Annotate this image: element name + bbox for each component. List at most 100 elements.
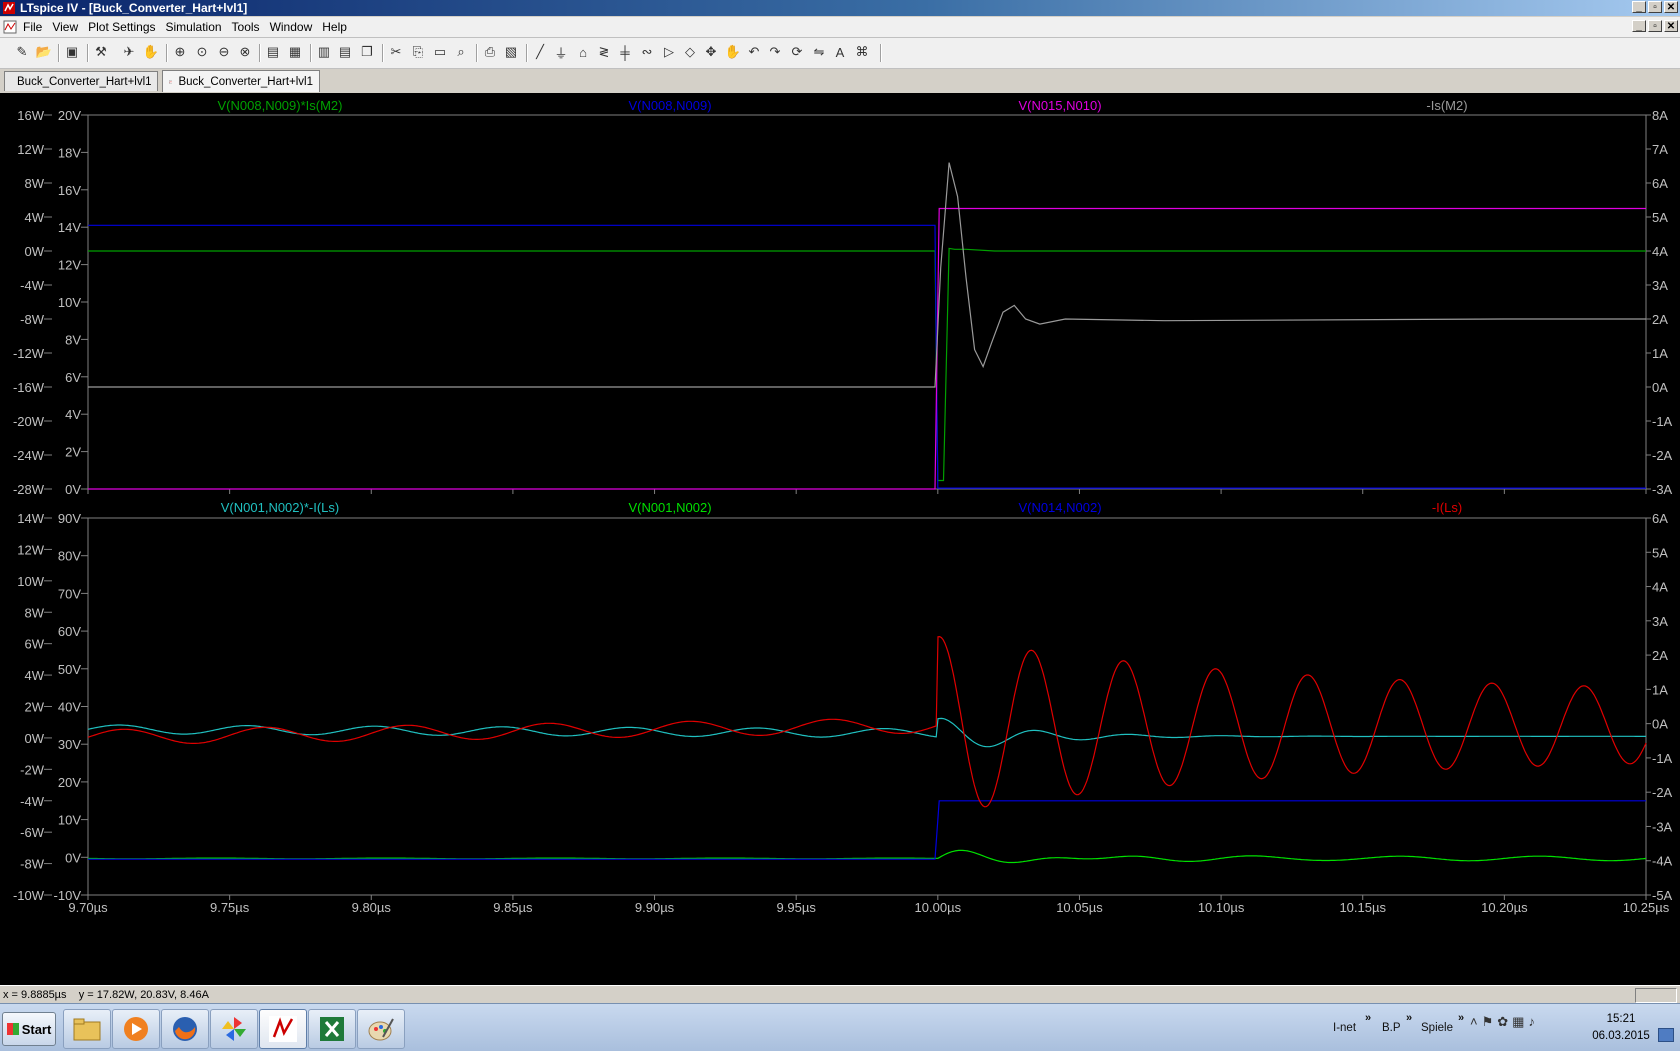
- halt-icon[interactable]: ✋: [142, 43, 160, 61]
- toolbar-inet[interactable]: I-net: [1333, 1022, 1356, 1034]
- copy-icon[interactable]: ⎘: [409, 43, 427, 61]
- zoom-fit-icon[interactable]: ⊗: [236, 43, 254, 61]
- waveform-doc-icon[interactable]: [3, 20, 17, 34]
- document-tabs: Buck_Converter_Hart+lvl1 Buck_Converter_…: [0, 69, 1680, 93]
- start-button[interactable]: Start: [2, 1012, 56, 1046]
- tile-vertical-icon[interactable]: ▥: [315, 43, 333, 61]
- mirror-icon[interactable]: ⇋: [810, 43, 828, 61]
- waveform-viewer[interactable]: 16W 12W 8W 4W 0W -4W -8W -12W -16W -20W -24W -28W 20…: [0, 93, 1680, 985]
- waveform-plot[interactable]: 16W 12W 8W 4W 0W -4W -8W -12W -16W -20W -24W -28W 20…: [0, 93, 1680, 985]
- taskbar-paint[interactable]: [357, 1009, 405, 1049]
- component-icon[interactable]: ◇: [681, 43, 699, 61]
- find-icon[interactable]: ⌕: [452, 43, 470, 61]
- network-icon[interactable]: ▦: [1512, 1014, 1524, 1030]
- tile-horizontal-icon[interactable]: ▤: [336, 43, 354, 61]
- zoom-out-icon[interactable]: ⊖: [215, 43, 233, 61]
- print-icon[interactable]: ⎙: [481, 43, 499, 61]
- tray-expand-icon[interactable]: ˄: [1470, 1014, 1478, 1030]
- bottom-legend-2[interactable]: V(N014,N002): [1018, 500, 1101, 515]
- bottom-legend-1[interactable]: V(N001,N002): [628, 500, 711, 515]
- taskbar-ltspice[interactable]: [259, 1009, 307, 1049]
- top-legend-3[interactable]: -Is(M2): [1426, 98, 1467, 113]
- zoom-back-icon[interactable]: ⊙: [193, 43, 211, 61]
- antivirus-icon[interactable]: ✿: [1497, 1014, 1508, 1030]
- menu-window[interactable]: Window: [265, 20, 318, 34]
- inductor-icon[interactable]: ∾: [638, 43, 656, 61]
- top-left-axis-v-tick: 12V: [58, 258, 81, 273]
- cursor-readout: x = 9.8885µs y = 17.82W, 20.83V, 8.46A: [3, 989, 209, 1001]
- top-legend-2[interactable]: V(N015,N010): [1018, 98, 1101, 113]
- menu-simulation[interactable]: Simulation: [161, 20, 227, 34]
- bottom-left-axis-v-tick: 80V: [58, 549, 81, 564]
- bottom-left-axis-v-tick: 40V: [58, 700, 81, 715]
- ground-icon[interactable]: ⏚: [552, 43, 570, 61]
- bottom-left-axis-w-tick: 8W: [25, 605, 45, 620]
- minimize-button[interactable]: _: [1632, 1, 1646, 13]
- top-left-axis-v-tick: 0V: [65, 482, 81, 497]
- close-button[interactable]: ✕: [1664, 1, 1678, 13]
- bottom-left-axis-v-tick: 60V: [58, 624, 81, 639]
- taskbar-firefox[interactable]: [161, 1009, 209, 1049]
- drag-icon[interactable]: ✋: [724, 43, 742, 61]
- grid-icon[interactable]: ▦: [286, 43, 304, 61]
- control-panel-icon[interactable]: ⚒: [92, 43, 110, 61]
- tab-schematic[interactable]: Buck_Converter_Hart+lvl1: [4, 71, 158, 91]
- resistor-icon[interactable]: ≷: [595, 43, 613, 61]
- window-title: LTspice IV - [Buck_Converter_Hart+lvl1]: [20, 1, 248, 15]
- top-left-axis-w-tick: 0W: [25, 244, 45, 259]
- doc-restore-button[interactable]: ▫: [1648, 20, 1662, 32]
- bottom-left-axis-v-tick: 70V: [58, 586, 81, 601]
- move-icon[interactable]: ✥: [702, 43, 720, 61]
- print-preview-icon[interactable]: ▧: [502, 43, 520, 61]
- menu-help[interactable]: Help: [317, 20, 352, 34]
- tab-waveform[interactable]: Buck_Converter_Hart+lvl1: [162, 70, 320, 92]
- taskbar-media-player[interactable]: [112, 1009, 160, 1049]
- autorange-icon[interactable]: ▤: [264, 43, 282, 61]
- wire-icon[interactable]: ╱: [531, 43, 549, 61]
- inet-chevron[interactable]: »: [1365, 1012, 1371, 1024]
- top-right-axis-tick: 0A: [1652, 380, 1668, 395]
- zoom-in-icon[interactable]: ⊕: [171, 43, 189, 61]
- menu-plot-settings[interactable]: Plot Settings: [83, 20, 160, 34]
- top-legend-1[interactable]: V(N008,N009): [628, 98, 711, 113]
- text-icon[interactable]: A: [831, 43, 849, 61]
- top-legend-0[interactable]: V(N008,N009)*Is(M2): [218, 98, 343, 113]
- run-icon[interactable]: ✈: [120, 43, 138, 61]
- rotate-icon[interactable]: ⟳: [788, 43, 806, 61]
- cut-icon[interactable]: ✂: [387, 43, 405, 61]
- menu-view[interactable]: View: [47, 20, 83, 34]
- bottom-left-axis-w-tick: -4W: [20, 794, 45, 809]
- paste-icon[interactable]: ▭: [431, 43, 449, 61]
- toolbar-spiele[interactable]: Spiele: [1421, 1022, 1453, 1034]
- bottom-legend-3[interactable]: -I(Ls): [1432, 500, 1462, 515]
- redo-icon[interactable]: ↷: [766, 43, 784, 61]
- window-titlebar[interactable]: LTspice IV - [Buck_Converter_Hart+lvl1] …: [0, 0, 1680, 16]
- open-icon[interactable]: 📂: [35, 43, 53, 61]
- new-schematic-icon[interactable]: ✎: [13, 43, 31, 61]
- toolbar-bp[interactable]: B.P: [1382, 1022, 1401, 1034]
- diode-icon[interactable]: ▷: [660, 43, 678, 61]
- clock-time[interactable]: 15:21: [1585, 1013, 1657, 1025]
- bp-chevron[interactable]: »: [1406, 1012, 1412, 1024]
- spice-directive-icon[interactable]: ⌘: [853, 43, 871, 61]
- action-center-flag-icon[interactable]: ⚑: [1482, 1014, 1494, 1030]
- doc-close-button[interactable]: ✕: [1664, 20, 1678, 32]
- undo-icon[interactable]: ↶: [745, 43, 763, 61]
- taskbar-excel[interactable]: [308, 1009, 356, 1049]
- maximize-button[interactable]: ▫: [1648, 1, 1662, 13]
- taskbar-pinwheel-app[interactable]: [210, 1009, 258, 1049]
- spiele-chevron[interactable]: »: [1458, 1012, 1464, 1024]
- taskbar-explorer[interactable]: [63, 1009, 111, 1049]
- clock-date[interactable]: 06.03.2015: [1585, 1030, 1657, 1042]
- menu-file[interactable]: File: [18, 20, 47, 34]
- label-icon[interactable]: ⌂: [574, 43, 592, 61]
- save-icon[interactable]: ▣: [63, 43, 81, 61]
- menu-tools[interactable]: Tools: [227, 20, 265, 34]
- volume-icon[interactable]: ♪: [1528, 1014, 1535, 1030]
- bottom-legend-0[interactable]: V(N001,N002)*-I(Ls): [221, 500, 340, 515]
- bottom-left-axis-w-tick: 6W: [25, 637, 45, 652]
- show-desktop-button[interactable]: [1658, 1028, 1674, 1042]
- cascade-icon[interactable]: ❐: [358, 43, 376, 61]
- doc-minimize-button[interactable]: _: [1632, 20, 1646, 32]
- capacitor-icon[interactable]: ╪: [616, 43, 634, 61]
